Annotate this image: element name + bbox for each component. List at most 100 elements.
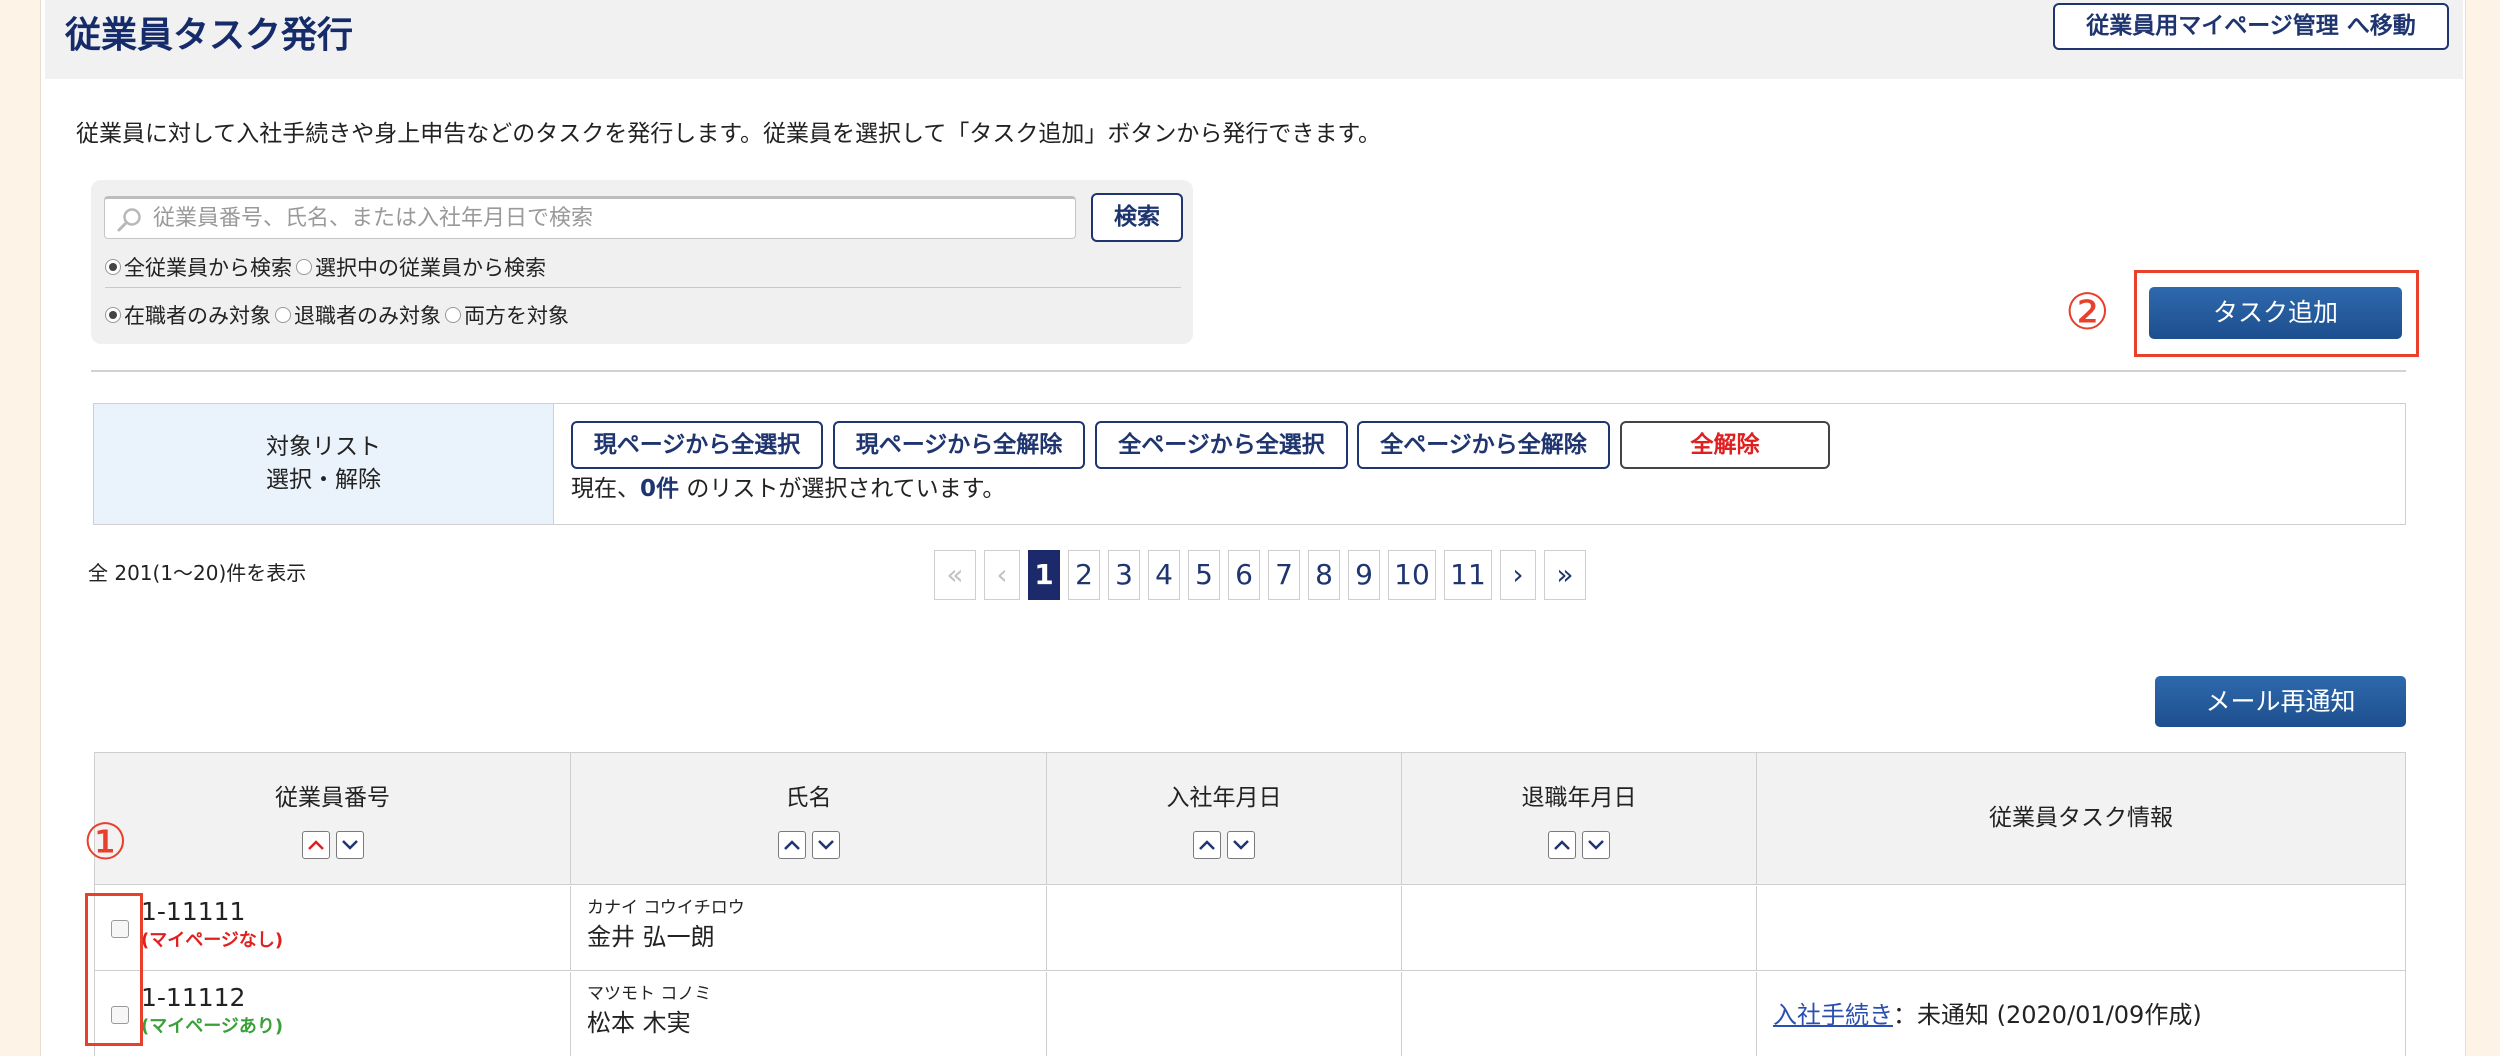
select-all-current-page-button[interactable]: 現ページから全選択 [571,421,823,469]
column-header-label: 退職年月日 [1521,785,1637,811]
radio-both[interactable] [445,307,461,323]
chevron-down-icon [1588,840,1604,850]
sort-ascending-button[interactable] [301,831,330,859]
column-header-retire-date: 退職年月日 [1402,753,1757,885]
prev-page-button[interactable]: ‹ [984,550,1020,600]
page-button-1[interactable]: 1 [1028,550,1060,600]
column-header-label: 従業員タスク情報 [1989,805,2173,831]
column-header-hire-date: 入社年月日 [1047,753,1402,885]
name-kana: マツモト コノミ [587,984,712,1004]
search-button[interactable]: 検索 [1091,193,1183,242]
employment-status-options: 在職者のみ対象 退職者のみ対象 両方を対象 [105,300,573,330]
employee-number-cell: 1-11111 (マイページなし) [95,886,571,971]
page-button-8[interactable]: 8 [1308,550,1340,600]
radio-all-employees[interactable] [105,259,121,275]
selected-status-prefix: 現在、 [571,476,640,502]
annotation-number-1: ① [83,813,128,871]
sort-descending-button[interactable] [1227,831,1255,859]
mypage-management-button[interactable]: 従業員用マイページ管理 へ移動 [2053,3,2449,50]
name-cell: マツモト コノミ 松本 木実 [571,972,1047,1056]
hire-date-cell [1047,886,1402,971]
sort-descending-button[interactable] [335,831,364,859]
page-button-10[interactable]: 10 [1388,550,1436,600]
radio-label: 選択中の従業員から検索 [315,256,546,280]
page-button-6[interactable]: 6 [1228,550,1260,600]
page-frame: 従業員タスク発行 従業員用マイページ管理 へ移動 従業員に対して入社手続きや身上… [40,0,2466,1056]
selected-status-text: 現在、0件 のリストが選択されています。 [571,472,1005,506]
page-button-7[interactable]: 7 [1268,550,1300,600]
last-page-button[interactable]: » [1544,550,1586,600]
sort-descending-button[interactable] [1582,831,1610,859]
retire-date-cell [1402,886,1757,971]
total-count-text: 全 201(1〜20)件を表示 [88,561,307,585]
employee-table: 従業員番号 氏名 入社年月日 退職年月日 従業員タスク情報 1-11111 (マ… [94,752,2406,1056]
mypage-status: (マイページなし) [141,930,284,951]
annotation-highlight-checkboxes [85,893,143,1046]
column-header-label: 従業員番号 [275,785,390,811]
page-header: 従業員タスク発行 従業員用マイページ管理 へ移動 [45,0,2463,79]
search-panel: 検索 全従業員から検索 選択中の従業員から検索 在職者のみ対象 退職者のみ対象 … [91,180,1193,344]
search-box [104,196,1076,239]
task-status: ：未通知 (2020/01/09作成) [1893,1001,2202,1029]
table-row: 1-11111 (マイページなし) カナイ コウイチロウ 金井 弘一朗 [95,886,2405,971]
employee-name: 松本 木実 [587,1009,691,1037]
chevron-down-icon [1233,840,1249,850]
first-page-button[interactable]: « [934,550,976,600]
table-row: 1-11112 (マイページあり) マツモト コノミ 松本 木実 入社手続き：未… [95,972,2405,1056]
target-list-label-line2: 選択・解除 [266,467,381,493]
target-list-label-line1: 対象リスト [266,434,381,460]
resend-email-button[interactable]: メール再通知 [2155,676,2406,727]
select-all-pages-button[interactable]: 全ページから全選択 [1095,421,1348,469]
deselect-all-pages-button[interactable]: 全ページから全解除 [1357,421,1610,469]
task-link[interactable]: 入社手続き [1773,1001,1893,1029]
column-header-name: 氏名 [571,753,1047,885]
column-header-label: 氏名 [785,785,832,811]
sort-descending-button[interactable] [811,831,840,859]
search-icon [117,208,141,232]
task-add-button[interactable]: タスク追加 [2149,287,2402,339]
chevron-down-icon [817,840,834,850]
radio-selected-employees[interactable] [296,259,312,275]
page-button-9[interactable]: 9 [1348,550,1380,600]
column-header-task-info: 従業員タスク情報 [1757,753,2405,885]
page-button-11[interactable]: 11 [1444,550,1492,600]
target-list-label: 対象リスト 選択・解除 [94,404,554,524]
search-input[interactable] [153,201,1053,235]
employee-number-cell: 1-11112 (マイページあり) [95,972,571,1056]
page-button-4[interactable]: 4 [1148,550,1180,600]
page-button-5[interactable]: 5 [1188,550,1220,600]
sort-ascending-button[interactable] [1548,831,1576,859]
page-button-2[interactable]: 2 [1068,550,1100,600]
radio-current-only[interactable] [105,307,121,323]
chevron-up-icon [1199,840,1215,850]
hire-date-cell [1047,972,1402,1056]
chevron-down-icon [341,840,358,850]
column-header-label: 入社年月日 [1166,785,1282,811]
divider [105,287,1181,288]
employee-number: 1-11111 [141,897,246,926]
next-page-button[interactable]: › [1500,550,1536,600]
page-title: 従業員タスク発行 [65,15,354,56]
clear-all-button[interactable]: 全解除 [1620,421,1830,469]
task-info-cell [1757,886,2405,971]
chevron-up-icon [1554,840,1570,850]
radio-label: 両方を対象 [464,304,569,328]
name-kana: カナイ コウイチロウ [587,898,745,918]
mypage-status: (マイページあり) [141,1016,284,1037]
column-header-employee-number: 従業員番号 [95,753,571,885]
sort-ascending-button[interactable] [777,831,806,859]
chevron-up-icon [783,840,800,850]
radio-label: 退職者のみ対象 [294,304,441,328]
sort-ascending-button[interactable] [1193,831,1221,859]
radio-label: 全従業員から検索 [124,256,292,280]
radio-label: 在職者のみ対象 [124,304,271,328]
deselect-all-current-page-button[interactable]: 現ページから全解除 [833,421,1085,469]
search-scope-options: 全従業員から検索 選択中の従業員から検索 [105,252,550,282]
page-button-3[interactable]: 3 [1108,550,1140,600]
task-info-cell: 入社手続き：未通知 (2020/01/09作成) [1757,972,2405,1056]
selected-status-suffix: のリストが選択されています。 [679,476,1006,502]
retire-date-cell [1402,972,1757,1056]
selected-count: 0件 [640,476,680,502]
target-list-panel: 対象リスト 選択・解除 現ページから全選択 現ページから全解除 全ページから全選… [93,403,2406,525]
radio-retired-only[interactable] [275,307,291,323]
